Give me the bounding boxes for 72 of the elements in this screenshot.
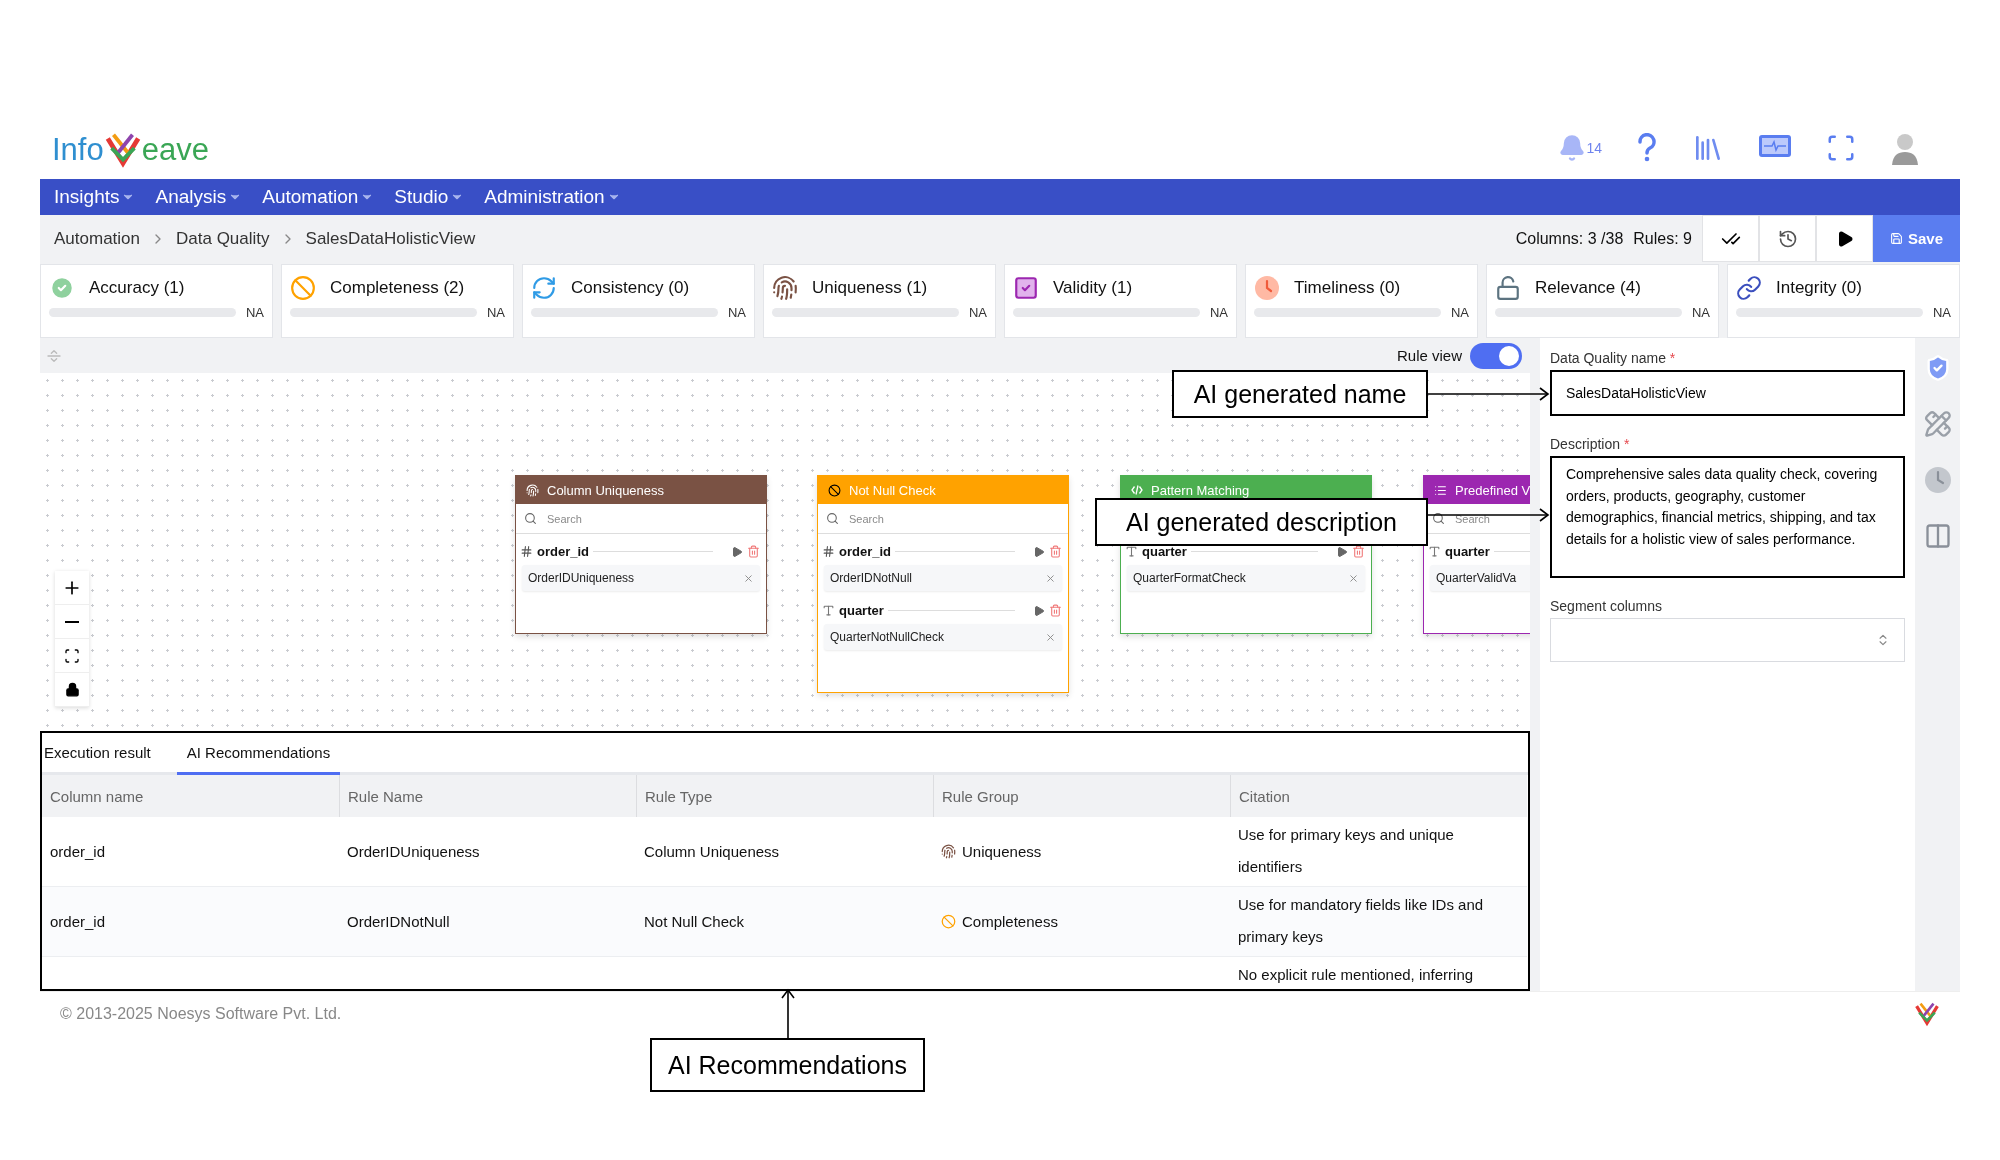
table-cell: OrderIDNotNull xyxy=(339,887,636,957)
column-header[interactable]: Citation xyxy=(1230,775,1527,817)
columns-count: Columns: 3 /38 xyxy=(1515,229,1624,248)
nav-menu-item[interactable]: Analysis xyxy=(155,186,243,208)
column-name: quarter xyxy=(1445,544,1490,559)
save-button[interactable]: Save xyxy=(1873,215,1960,262)
progress-reading: NA xyxy=(968,305,987,320)
category-card[interactable]: Completeness (2) NA xyxy=(281,264,514,338)
annotation-callout: AI Recommendations xyxy=(650,1038,925,1092)
progress-reading: NA xyxy=(486,305,505,320)
column-header[interactable]: Rule Group xyxy=(933,775,1230,817)
category-card[interactable]: Uniqueness (1) NA xyxy=(763,264,996,338)
progress-reading: NA xyxy=(245,305,264,320)
node-title: Column Uniqueness xyxy=(547,482,665,498)
results-tab[interactable]: Execution result xyxy=(44,733,161,775)
column-header[interactable]: Rule Type xyxy=(636,775,933,817)
rule-chip[interactable]: OrderIDUniqueness xyxy=(522,565,760,591)
copyright-text: © 2013-2025 Noesys Software Pvt. Ltd. xyxy=(60,1005,342,1023)
rule-view-label: Rule view xyxy=(1396,347,1462,364)
category-label: Consistency (0) xyxy=(571,278,690,298)
nav-menu-item[interactable]: Insights xyxy=(54,186,136,208)
breadcrumb-link[interactable]: Data Quality xyxy=(176,228,270,249)
nav-menu-item[interactable]: Administration xyxy=(484,186,621,208)
node-title: Predefined V xyxy=(1455,482,1530,498)
rule-group-label: Completeness xyxy=(962,911,1058,932)
field-label: Segment columns xyxy=(1550,598,1664,614)
column-name: quarter xyxy=(839,603,884,618)
rule-chip[interactable]: QuarterValidVa xyxy=(1430,565,1530,591)
column-name: order_id xyxy=(839,544,891,559)
breadcrumb-link[interactable]: SalesDataHolisticView xyxy=(305,228,476,249)
category-card[interactable]: Integrity (0) NA xyxy=(1727,264,1960,338)
progress-reading: NA xyxy=(1450,305,1469,320)
rule-chip[interactable]: QuarterFormatCheck xyxy=(1127,565,1365,591)
rule-group-label: Uniqueness xyxy=(962,841,1042,862)
category-label: Relevance (4) xyxy=(1535,278,1641,298)
annotation-callout: AI generated name xyxy=(1172,370,1428,418)
progress-reading: NA xyxy=(1209,305,1228,320)
nav-menu-item[interactable]: Automation xyxy=(262,186,375,208)
category-label: Accuracy (1) xyxy=(89,278,185,298)
progress-reading: NA xyxy=(1932,305,1951,320)
nav-menu-item[interactable]: Studio xyxy=(394,186,465,208)
category-card[interactable]: Accuracy (1) NA xyxy=(40,264,273,338)
category-label: Completeness (2) xyxy=(330,278,465,298)
node-title: Not Null Check xyxy=(849,482,936,498)
rule-chip[interactable]: OrderIDNotNull xyxy=(824,565,1062,591)
annotation-callout: AI generated description xyxy=(1095,498,1428,546)
category-card[interactable]: Timeliness (0) NA xyxy=(1245,264,1478,338)
category-card[interactable]: Relevance (4) NA xyxy=(1486,264,1719,338)
breadcrumb-link[interactable]: Automation xyxy=(54,228,140,249)
rule-chip[interactable]: QuarterNotNullCheck xyxy=(824,624,1062,650)
category-label: Integrity (0) xyxy=(1776,278,1862,298)
category-label: Validity (1) xyxy=(1053,278,1133,298)
column-header[interactable]: Rule Name xyxy=(339,775,636,817)
field-label: Description * xyxy=(1550,436,1631,452)
table-cell: Use for mandatory fields like IDs and primary keys xyxy=(1230,887,1527,957)
name-field[interactable]: SalesDataHolisticView xyxy=(1550,370,1905,416)
category-label: Timeliness (0) xyxy=(1294,278,1401,298)
rules-count: Rules: 9 xyxy=(1633,229,1692,248)
infoweave-logo: Info eave xyxy=(52,131,209,169)
progress-reading: NA xyxy=(727,305,746,320)
category-card[interactable]: Validity (1) NA xyxy=(1004,264,1237,338)
category-label: Uniqueness (1) xyxy=(812,278,928,298)
node-title: Pattern Matching xyxy=(1151,482,1250,498)
field-label: Data Quality name * xyxy=(1550,350,1677,366)
column-header[interactable]: Column name xyxy=(42,775,339,817)
category-card[interactable]: Consistency (0) NA xyxy=(522,264,755,338)
progress-reading: NA xyxy=(1691,305,1710,320)
table-cell: order_id xyxy=(42,887,339,957)
column-name: quarter xyxy=(1142,544,1187,559)
description-field[interactable]: Comprehensive sales data quality check, covering orders, products, geography, customer demographics, financial metrics, shipping, and tax details for a holistic view of sales performance. xyxy=(1550,456,1905,578)
table-cell: Not Null Check xyxy=(636,887,933,957)
column-name: order_id xyxy=(537,544,589,559)
